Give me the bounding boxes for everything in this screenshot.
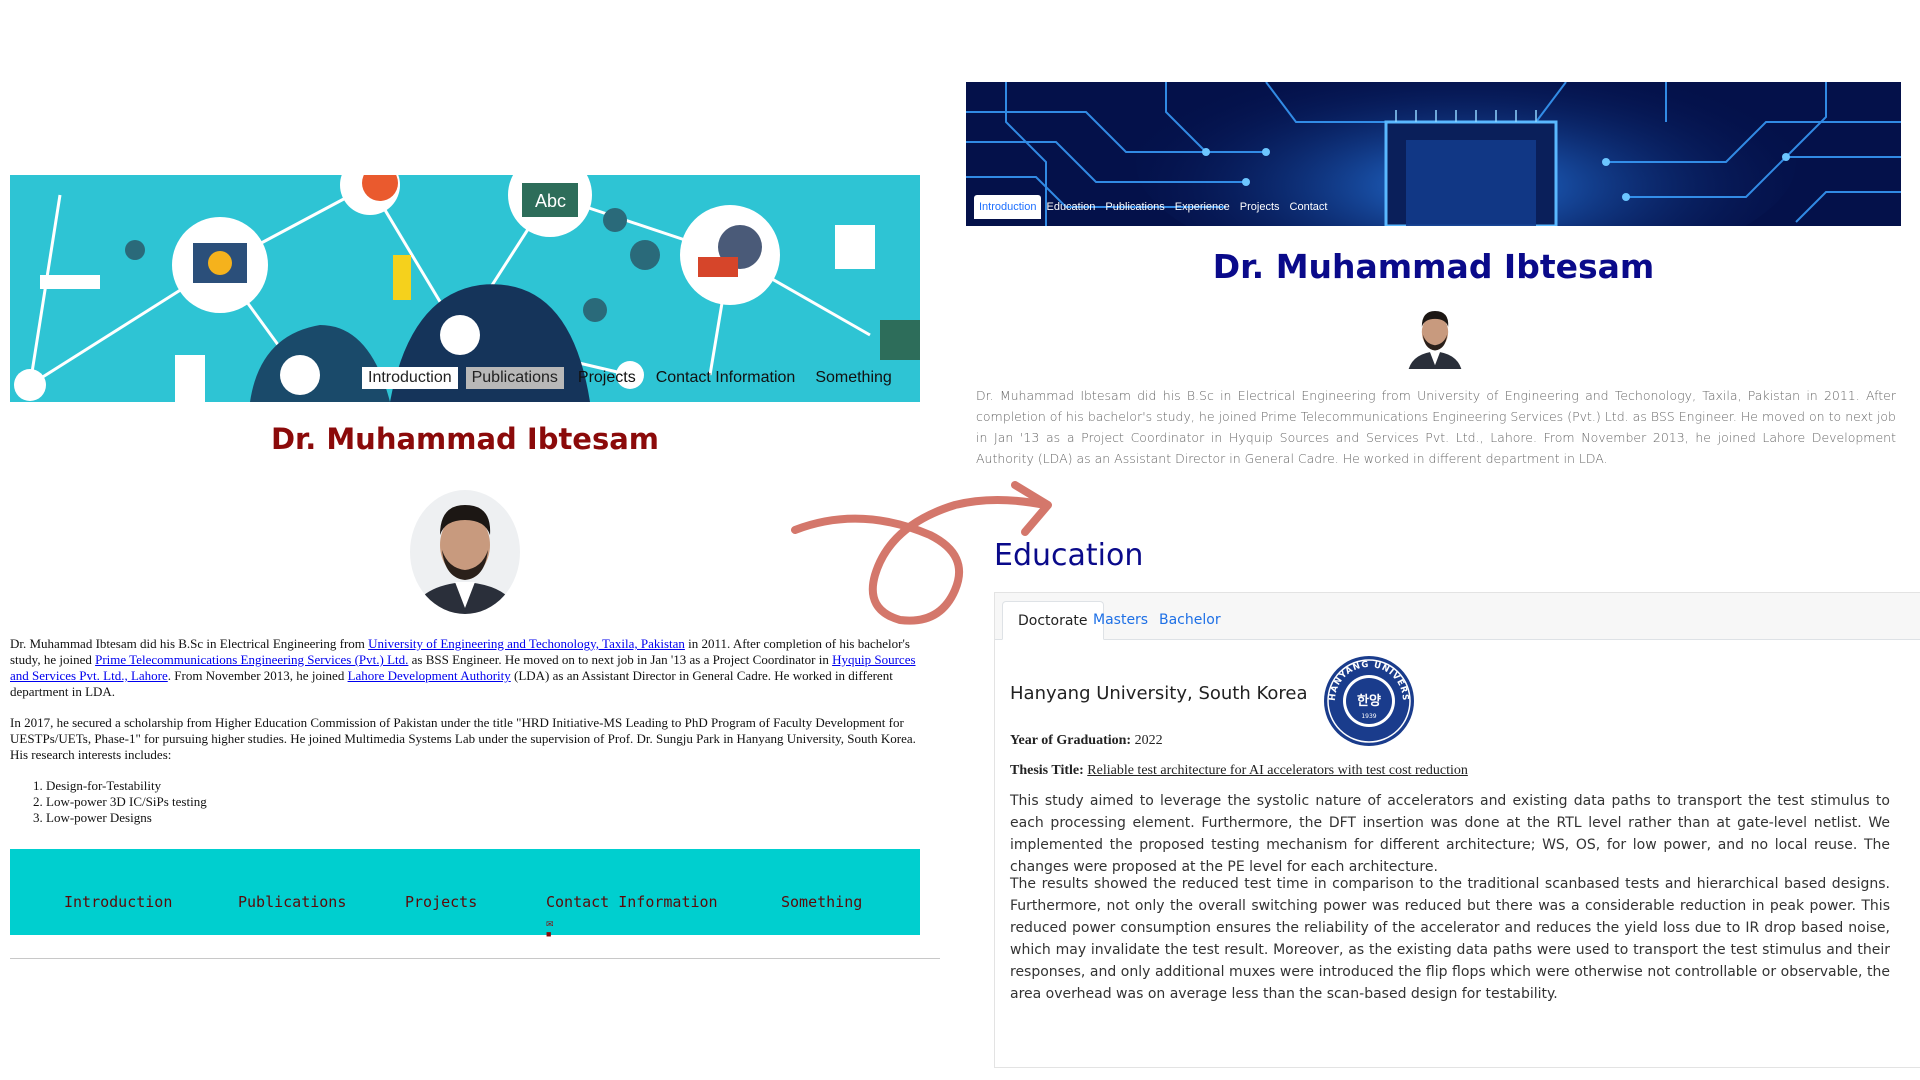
footer-publications[interactable]: Publications	[238, 893, 346, 911]
list-item: Low-power Designs	[46, 810, 922, 826]
education-tabs: Doctorate Masters Bachelor	[995, 593, 1920, 640]
old-top-nav: Introduction Publications Projects Conta…	[362, 367, 898, 389]
new-nav-projects[interactable]: Projects	[1235, 195, 1285, 219]
old-footer-divider	[10, 958, 940, 959]
thesis-link[interactable]: Reliable test architecture for AI accele…	[1087, 763, 1468, 778]
year-of-graduation: Year of Graduation: 2022	[1010, 733, 1163, 749]
thesis-paragraph-2: The results showed the reduced test time…	[1010, 876, 1890, 1002]
footer-gap	[162, 935, 194, 953]
old-intro-text-segment: Dr. Muhammad Ibtesam did his B.Sc in Ele…	[10, 636, 369, 651]
thesis-title: Thesis Title: Reliable test architecture…	[1010, 763, 1468, 779]
mail-icon[interactable]: ✉	[546, 919, 554, 929]
link-lda[interactable]: Lahore Development Authority	[348, 668, 511, 683]
old-intro-paragraph-1: Dr. Muhammad Ibtesam did his B.Sc in Ele…	[10, 636, 922, 700]
new-nav-publications[interactable]: Publications	[1100, 195, 1169, 219]
footer-gap	[470, 935, 510, 953]
old-banner-image: Abc Introduction Publications Projects C…	[10, 175, 920, 402]
footer-contact-icons: ✉ ■	[546, 919, 554, 939]
footer-gap	[706, 935, 744, 953]
new-top-nav: Introduction Education Publications Expe…	[974, 195, 1332, 219]
footer-gap	[10, 935, 28, 953]
tab-bachelor[interactable]: Bachelor	[1144, 601, 1236, 640]
old-intro-text: Dr. Muhammad Ibtesam did his B.Sc in Ele…	[10, 636, 922, 826]
thesis-label: Thesis Title:	[1010, 763, 1084, 778]
year-value: 2022	[1134, 733, 1163, 748]
list-item: Low-power 3D IC/SiPs testing	[46, 794, 922, 810]
old-nav-projects[interactable]: Projects	[572, 367, 642, 389]
old-intro-text-segment: as BSS Engineer. He moved on to next job…	[408, 652, 833, 667]
new-intro-text: Dr. Muhammad Ibtesam did his B.Sc in Ele…	[976, 388, 1896, 466]
footer-gap	[860, 935, 920, 953]
footer-projects[interactable]: Projects	[405, 893, 477, 911]
facebook-icon[interactable]: ■	[546, 929, 554, 939]
svg-text:Abc: Abc	[535, 191, 566, 211]
year-label: Year of Graduation:	[1010, 733, 1132, 748]
link-prime-telecom[interactable]: Prime Telecommunications Engineering Ser…	[95, 652, 408, 667]
new-portrait-photo	[1406, 303, 1464, 369]
old-nav-introduction[interactable]: Introduction	[362, 367, 458, 389]
footer-something[interactable]: Something	[781, 893, 862, 911]
old-portrait-photo	[410, 490, 520, 614]
footer-contact-information[interactable]: Contact Information	[546, 893, 718, 911]
new-nav-introduction[interactable]: Introduction	[974, 195, 1042, 219]
thesis-paragraph-1: This study aimed to leverage the systoli…	[1010, 793, 1890, 875]
old-intro-paragraph-2: In 2017, he secured a scholarship from H…	[10, 715, 916, 762]
footer-gap	[329, 935, 369, 953]
hanyang-university-seal: HANYANG UNIVERSITY 한양 1939	[1323, 655, 1414, 746]
link-uet-taxila[interactable]: University of Engineering and Techonolog…	[368, 636, 685, 651]
old-nav-contact-information[interactable]: Contact Information	[650, 367, 802, 389]
seal-center-text: 한양	[1357, 693, 1381, 709]
university-name: Hanyang University, South Korea	[1010, 683, 1308, 704]
new-nav-contact[interactable]: Contact	[1285, 195, 1333, 219]
new-nav-experience[interactable]: Experience	[1170, 195, 1235, 219]
list-item: Design-for-Testability	[46, 778, 922, 794]
new-nav-education[interactable]: Education	[1041, 195, 1100, 219]
new-banner-image: Introduction Education Publications Expe…	[966, 82, 1901, 226]
new-page-title: Dr. Muhammad Ibtesam	[1212, 247, 1655, 286]
research-interests-list: Design-for-Testability Low-power 3D IC/S…	[10, 778, 922, 826]
old-footer-band	[10, 849, 920, 935]
seal-year: 1939	[1361, 713, 1376, 720]
old-footer-nav: Introduction Publications Projects Conta…	[10, 849, 920, 953]
old-page-title: Dr. Muhammad Ibtesam	[270, 422, 660, 456]
footer-introduction[interactable]: Introduction	[64, 893, 172, 911]
education-card: Doctorate Masters Bachelor Hanyang Unive…	[994, 592, 1920, 1068]
new-website-screenshot: Introduction Education Publications Expe…	[966, 82, 1920, 1080]
old-nav-something[interactable]: Something	[809, 367, 898, 389]
old-intro-text-segment: . From November 2013, he joined	[167, 668, 348, 683]
old-nav-publications[interactable]: Publications	[465, 367, 564, 389]
education-heading: Education	[994, 538, 1144, 573]
